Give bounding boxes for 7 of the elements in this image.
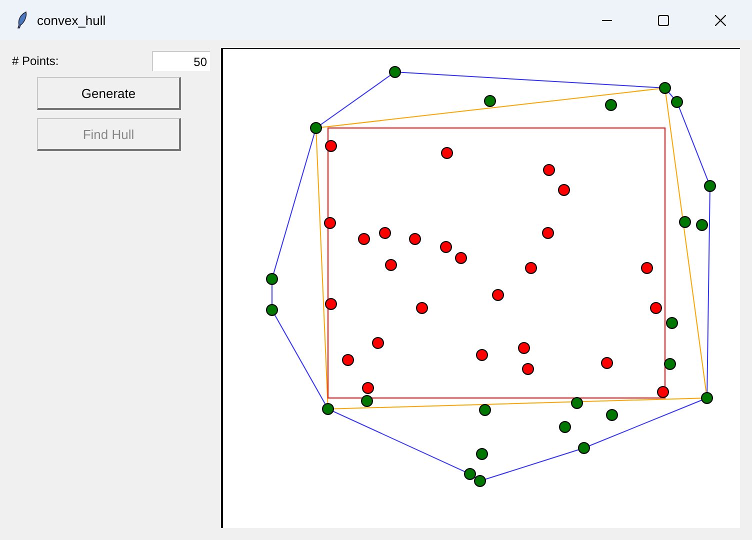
close-icon[interactable]: [715, 14, 726, 26]
push-button[interactable]: Generate: [37, 77, 181, 110]
points-field[interactable]: 50: [152, 51, 210, 71]
window-title: convex_hull: [37, 12, 106, 28]
feather-icon: [16, 11, 28, 29]
maximize-icon[interactable]: [658, 14, 669, 26]
points-label: # Points:: [12, 54, 59, 68]
